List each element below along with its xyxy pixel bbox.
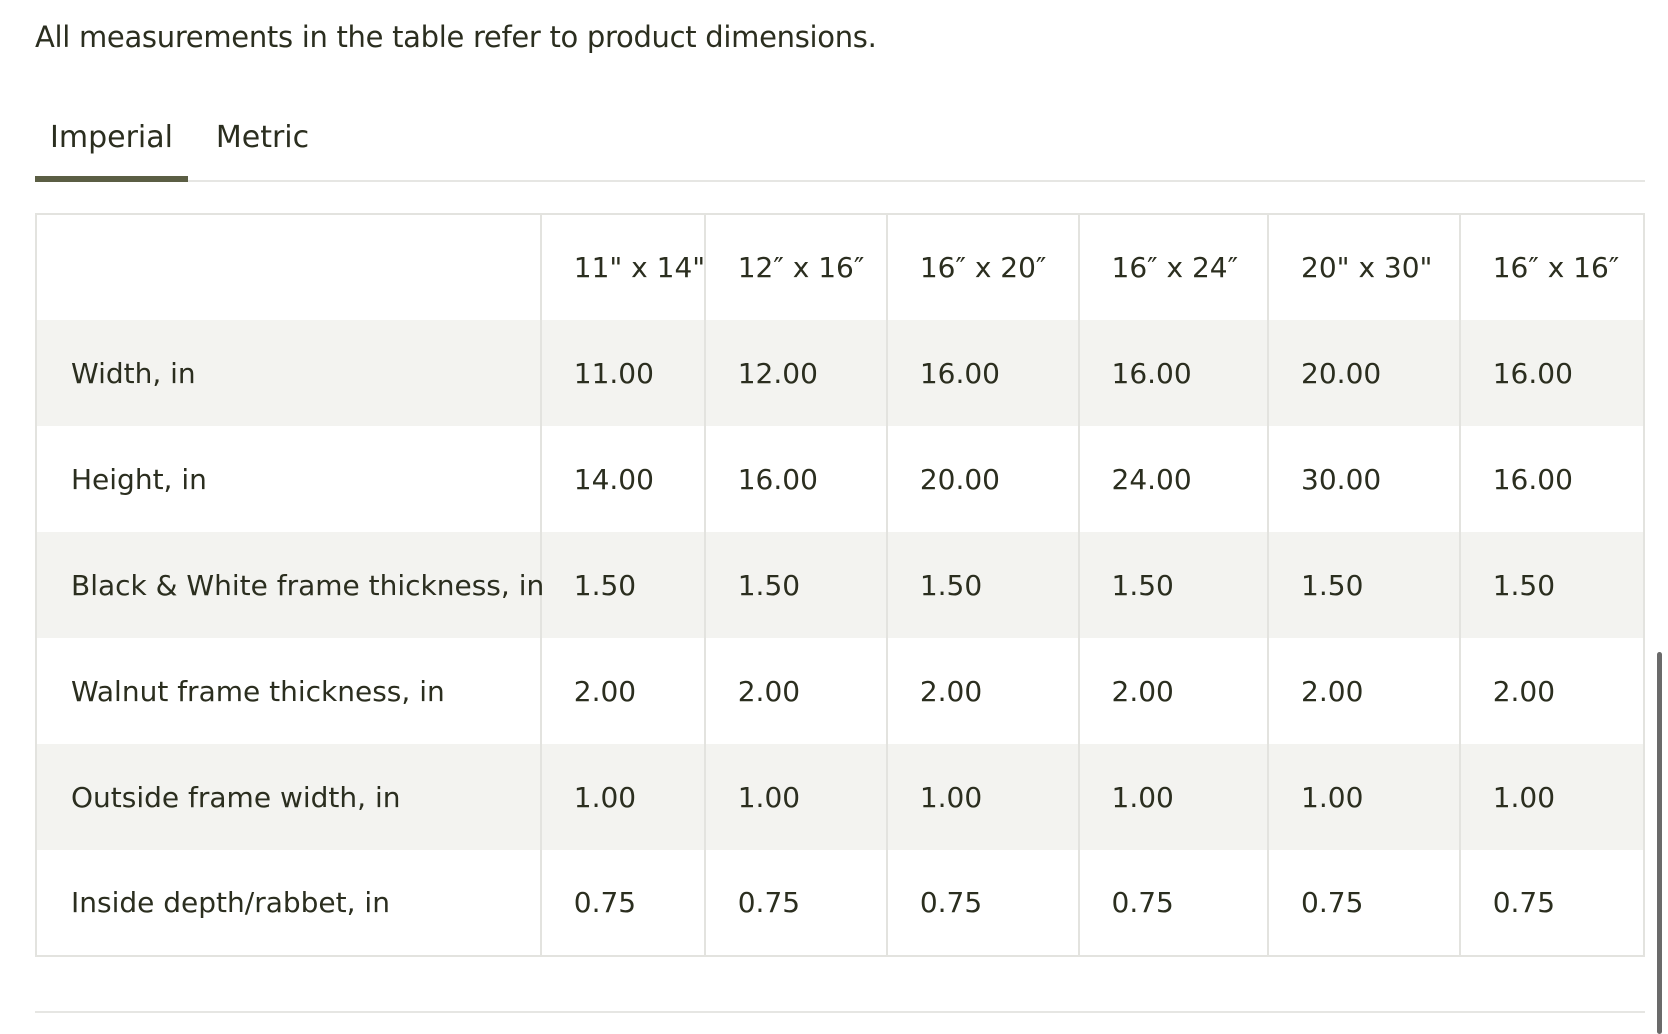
row-label: Height, in — [71, 462, 207, 496]
table-cell: 1.00 — [1267, 744, 1460, 850]
table-cell: 1.00 — [1077, 744, 1269, 850]
table-cell: 0.75 — [885, 850, 1079, 956]
table-cell: 2.00 — [703, 638, 887, 744]
table-cell: 2.00 — [1077, 638, 1269, 744]
tab-imperial-label: Imperial — [50, 120, 173, 155]
table-cell: 1.50 — [1458, 532, 1644, 638]
table-cell: 16.00 — [885, 320, 1079, 426]
table-cell: 0.75 — [539, 850, 705, 956]
table-cell: 16.00 — [1077, 320, 1269, 426]
table-cell: 1.00 — [885, 744, 1079, 850]
table-cell: 14.00 — [539, 426, 705, 532]
tab-imperial[interactable]: Imperial — [35, 120, 188, 182]
size-chart-table: 11" x 14" 12″ x 16″ 16″ x 20″ 16″ x 24″ … — [35, 213, 1645, 957]
table-cell: 1.50 — [1077, 532, 1269, 638]
table-cell: 1.00 — [1458, 744, 1644, 850]
table-cell: 20.00 — [1267, 320, 1460, 426]
tab-metric-label: Metric — [215, 120, 310, 155]
active-tab-indicator — [35, 176, 188, 182]
table-cell: 2.00 — [1458, 638, 1644, 744]
table-cell: 2.00 — [885, 638, 1079, 744]
table-header-row: 11" x 14" 12″ x 16″ 16″ x 20″ 16″ x 24″ … — [36, 214, 1644, 320]
table-cell: 24.00 — [1077, 426, 1269, 532]
table-row: Height, in 14.00 16.00 20.00 24.00 30.00… — [36, 426, 1644, 532]
table-cell: 16.00 — [703, 426, 887, 532]
column-header: 16″ x 24″ — [1077, 214, 1269, 320]
scrollbar-thumb[interactable] — [1657, 652, 1662, 1034]
table-cell: 2.00 — [539, 638, 705, 744]
section-divider — [35, 1011, 1645, 1013]
table-cell: 11.00 — [539, 320, 705, 426]
table-cell: 0.75 — [1077, 850, 1269, 956]
table-header-corner — [36, 214, 541, 320]
column-header: 16″ x 20″ — [885, 214, 1079, 320]
table-row: Walnut frame thickness, in 2.00 2.00 2.0… — [36, 638, 1644, 744]
row-label: Width, in — [36, 320, 541, 426]
table-row: Black & White frame thickness, in 1.50 1… — [36, 532, 1644, 638]
table-cell: 2.00 — [1267, 638, 1460, 744]
table-cell: 1.00 — [703, 744, 887, 850]
table-cell: 1.50 — [885, 532, 1079, 638]
measurements-note: All measurements in the table refer to p… — [35, 20, 877, 54]
column-header: 12″ x 16″ — [703, 214, 887, 320]
table-cell: 1.50 — [703, 532, 887, 638]
table-cell: 0.75 — [1458, 850, 1644, 956]
row-label: Inside depth/rabbet, in — [71, 886, 390, 919]
column-header: 11" x 14" — [539, 214, 705, 320]
table-cell: 0.75 — [703, 850, 887, 956]
table-cell: 1.00 — [539, 744, 705, 850]
row-label: Outside frame width, in — [36, 744, 541, 850]
table-cell: 30.00 — [1267, 426, 1460, 532]
column-header: 16″ x 16″ — [1458, 214, 1644, 320]
table-cell: 20.00 — [885, 426, 1079, 532]
column-header: 20" x 30" — [1267, 214, 1460, 320]
table-row: Outside frame width, in 1.00 1.00 1.00 1… — [36, 744, 1644, 850]
table-cell: 1.50 — [539, 532, 705, 638]
table-cell: 16.00 — [1458, 426, 1644, 532]
table-cell: 16.00 — [1458, 320, 1644, 426]
table-row: Inside depth/rabbet, in 0.75 0.75 0.75 0… — [36, 850, 1644, 956]
unit-tabs: Imperial Metric — [35, 112, 1645, 182]
row-label: Black & White frame thickness, in — [36, 532, 544, 638]
tab-metric[interactable]: Metric — [205, 120, 320, 180]
table-cell: 1.50 — [1267, 532, 1460, 638]
row-label: Walnut frame thickness, in — [71, 674, 445, 708]
table-cell: 12.00 — [703, 320, 887, 426]
table-row: Width, in 11.00 12.00 16.00 16.00 20.00 … — [36, 320, 1644, 426]
table-cell: 0.75 — [1267, 850, 1460, 956]
